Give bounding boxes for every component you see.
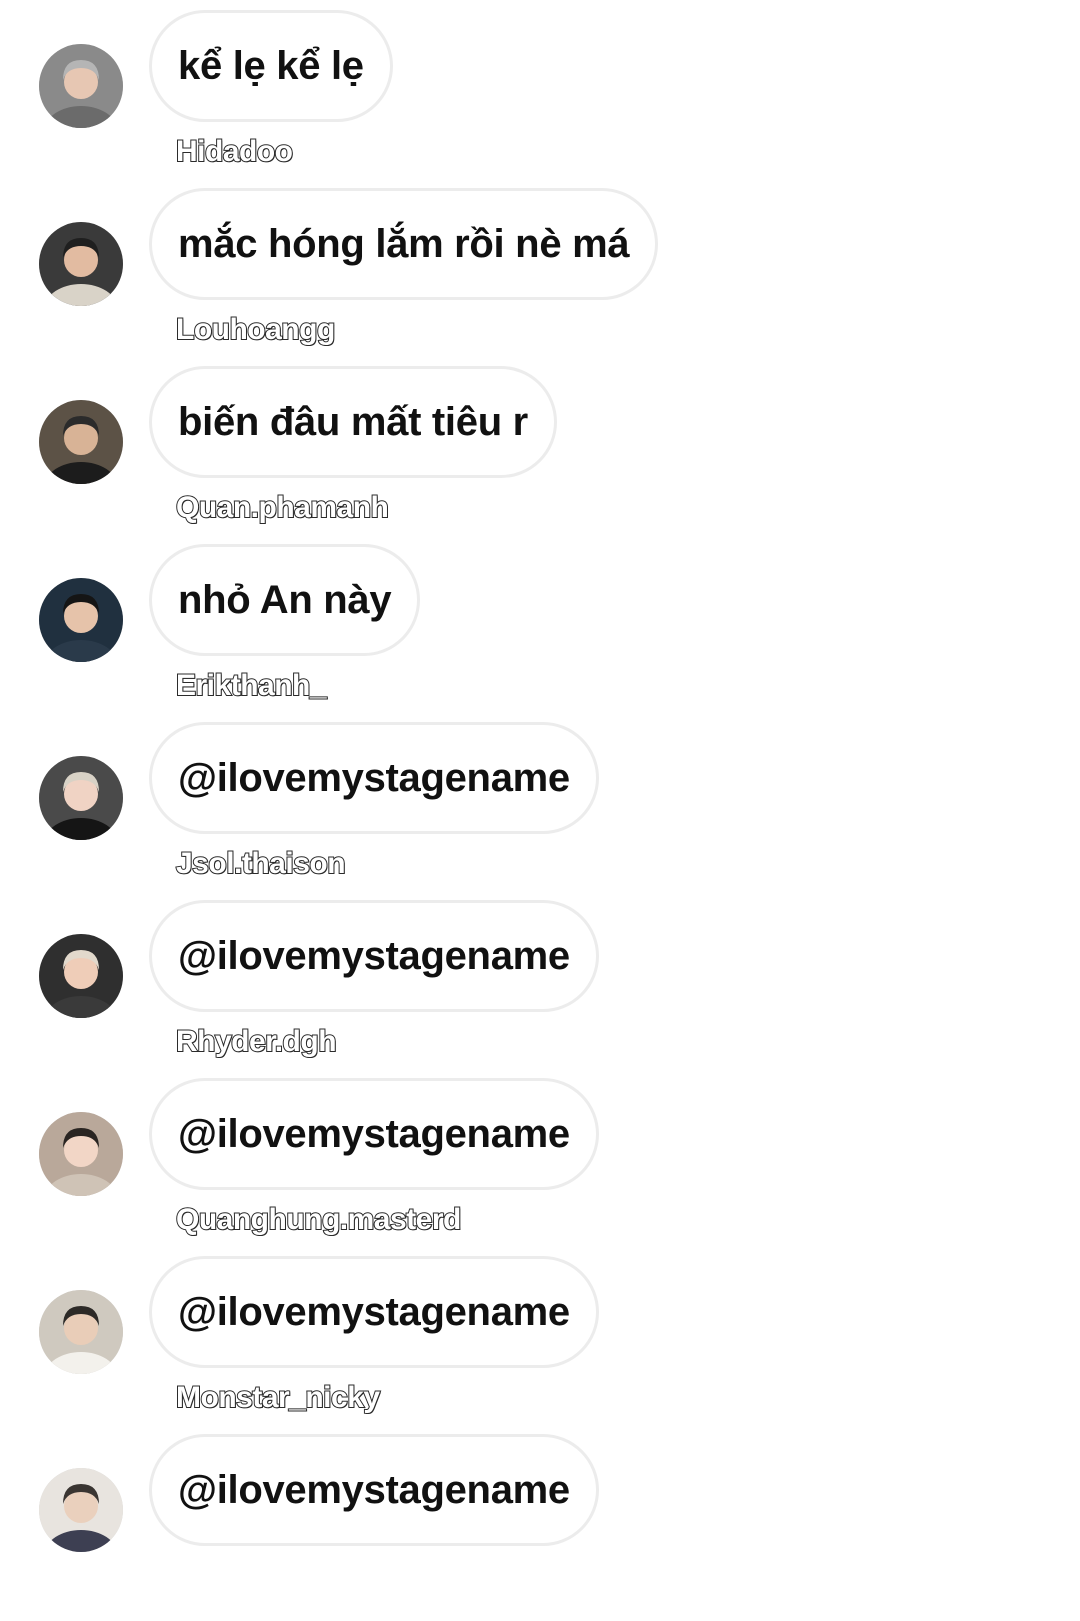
message-bubble[interactable]: biến đâu mất tiêu r [149,366,557,478]
message-text: kể lẹ kể lẹ [178,43,364,88]
avatar-photo-icon [39,756,123,840]
avatar-photo-icon [39,578,123,662]
sender-name[interactable]: Jsol.thaison [175,846,347,881]
message-text: @ilovemystagename [178,1289,570,1334]
avatar[interactable] [39,934,123,1018]
avatar[interactable] [39,1112,123,1196]
message-bubble[interactable]: mắc hóng lắm rồi nè má [149,188,659,300]
avatar-photo-icon [39,1468,123,1552]
sender-name[interactable]: Quanghung.masterd [175,1202,462,1237]
sender-name[interactable]: Rhyder.dgh [175,1024,338,1059]
comment-thread: kể lẹ kể lẹ Hidadoo mắc hóng lắm rồi nè … [0,0,1080,1621]
message-bubble[interactable]: @ilovemystagename [149,1434,599,1546]
message-text: biến đâu mất tiêu r [178,399,528,444]
avatar[interactable] [39,400,123,484]
avatar-photo-icon [39,222,123,306]
message-text: @ilovemystagename [178,1467,570,1512]
message-text: @ilovemystagename [178,933,570,978]
sender-name[interactable]: Hidadoo [175,134,294,169]
avatar-photo-icon [39,1112,123,1196]
message-row: @ilovemystagename Quanghung.masterd [0,1078,1080,1263]
avatar[interactable] [39,1290,123,1374]
message-row: @ilovemystagename Monstar_nicky [0,1256,1080,1441]
message-text: @ilovemystagename [178,755,570,800]
avatar[interactable] [39,44,123,128]
sender-name[interactable]: Monstar_nicky [175,1380,381,1415]
avatar-photo-icon [39,934,123,1018]
message-text: mắc hóng lắm rồi nè má [178,221,630,266]
avatar[interactable] [39,578,123,662]
avatar-photo-icon [39,44,123,128]
message-bubble[interactable]: @ilovemystagename [149,1078,599,1190]
sender-name[interactable]: Quan.phamanh [175,490,390,525]
sender-name[interactable]: Louhoangg [175,312,336,347]
message-bubble[interactable]: @ilovemystagename [149,900,599,1012]
message-row: @ilovemystagename [0,1434,1080,1619]
avatar-photo-icon [39,400,123,484]
message-text: @ilovemystagename [178,1111,570,1156]
avatar[interactable] [39,1468,123,1552]
avatar-photo-icon [39,1290,123,1374]
message-row: @ilovemystagename Jsol.thaison [0,722,1080,907]
sender-name[interactable]: Erikthanh_ [175,668,328,703]
message-row: @ilovemystagename Rhyder.dgh [0,900,1080,1085]
message-row: mắc hóng lắm rồi nè má Louhoangg [0,188,1080,373]
message-row: nhỏ An này Erikthanh_ [0,544,1080,729]
avatar[interactable] [39,756,123,840]
message-row: kể lẹ kể lẹ Hidadoo [0,10,1080,195]
message-bubble[interactable]: @ilovemystagename [149,722,599,834]
avatar[interactable] [39,222,123,306]
message-row: biến đâu mất tiêu r Quan.phamanh [0,366,1080,551]
message-bubble[interactable]: @ilovemystagename [149,1256,599,1368]
message-bubble[interactable]: kể lẹ kể lẹ [149,10,393,122]
message-text: nhỏ An này [178,577,392,622]
message-bubble[interactable]: nhỏ An này [149,544,421,656]
